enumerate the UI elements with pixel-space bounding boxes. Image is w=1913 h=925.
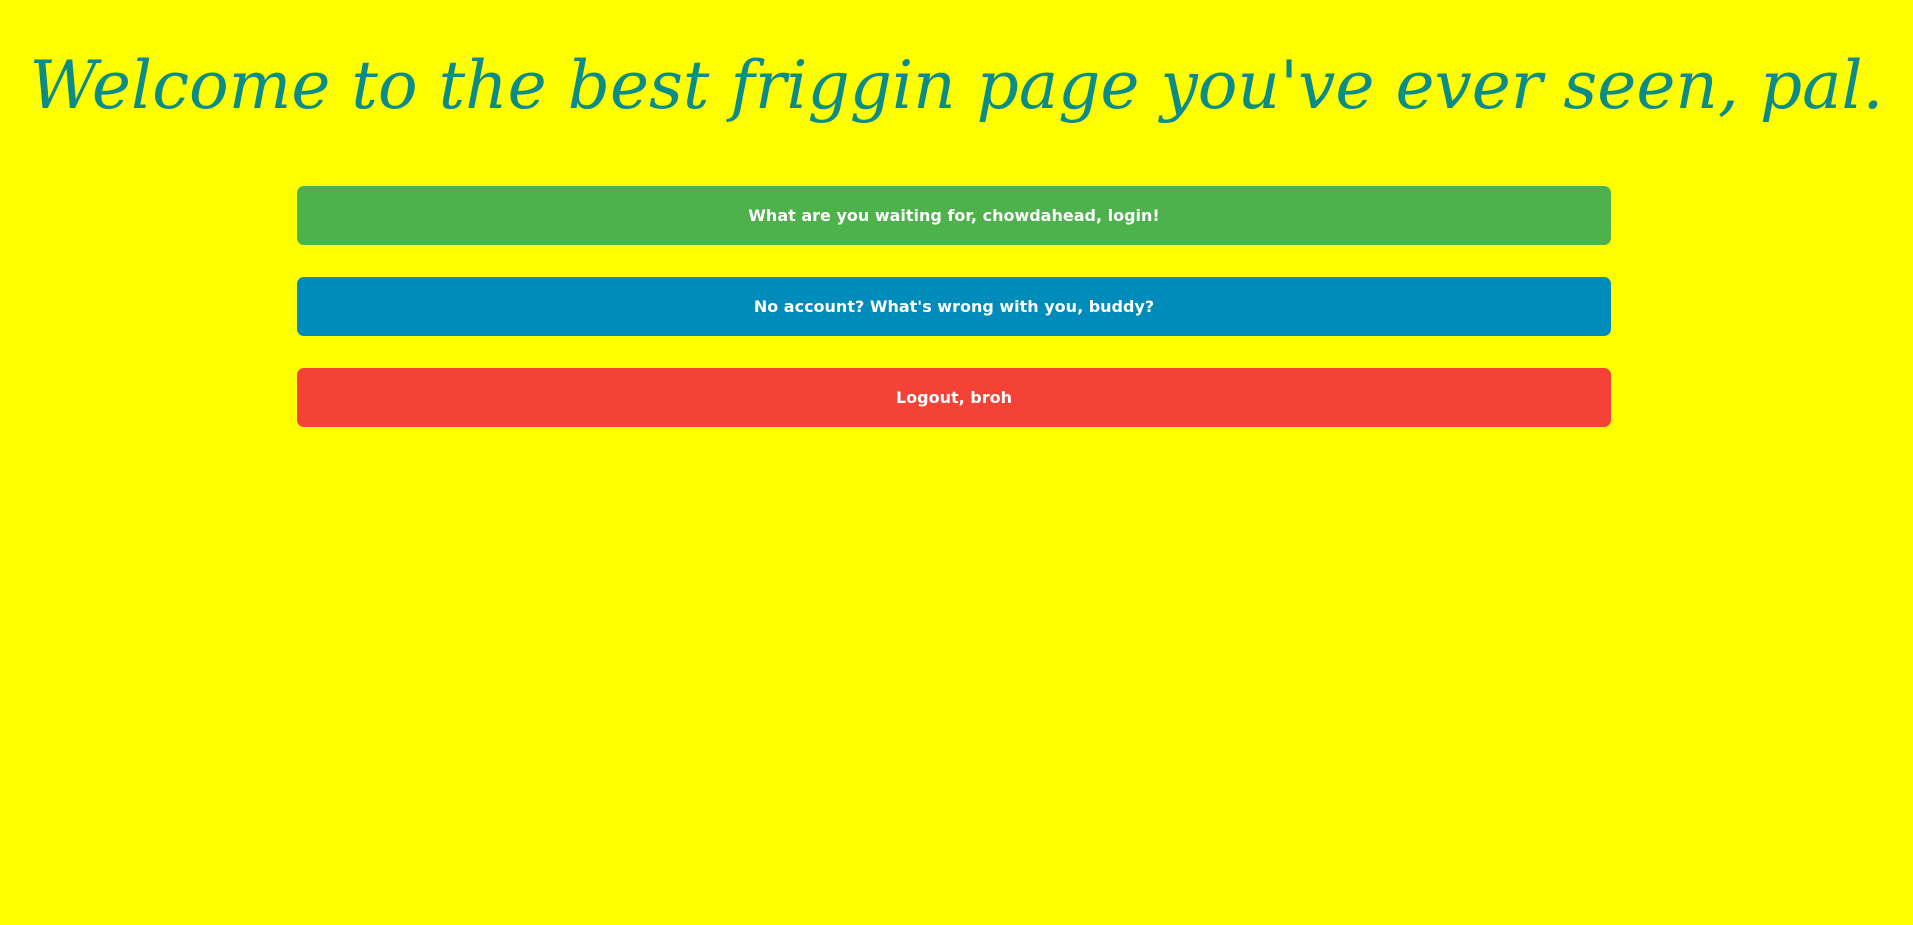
login-button[interactable]: What are you waiting for, chowdahead, lo… (297, 186, 1611, 245)
signup-button[interactable]: No account? What's wrong with you, buddy… (297, 277, 1611, 336)
page: Welcome to the best friggin page you've … (0, 0, 1913, 925)
logout-button[interactable]: Logout, broh (297, 368, 1611, 427)
page-title: Welcome to the best friggin page you've … (29, 47, 1884, 124)
